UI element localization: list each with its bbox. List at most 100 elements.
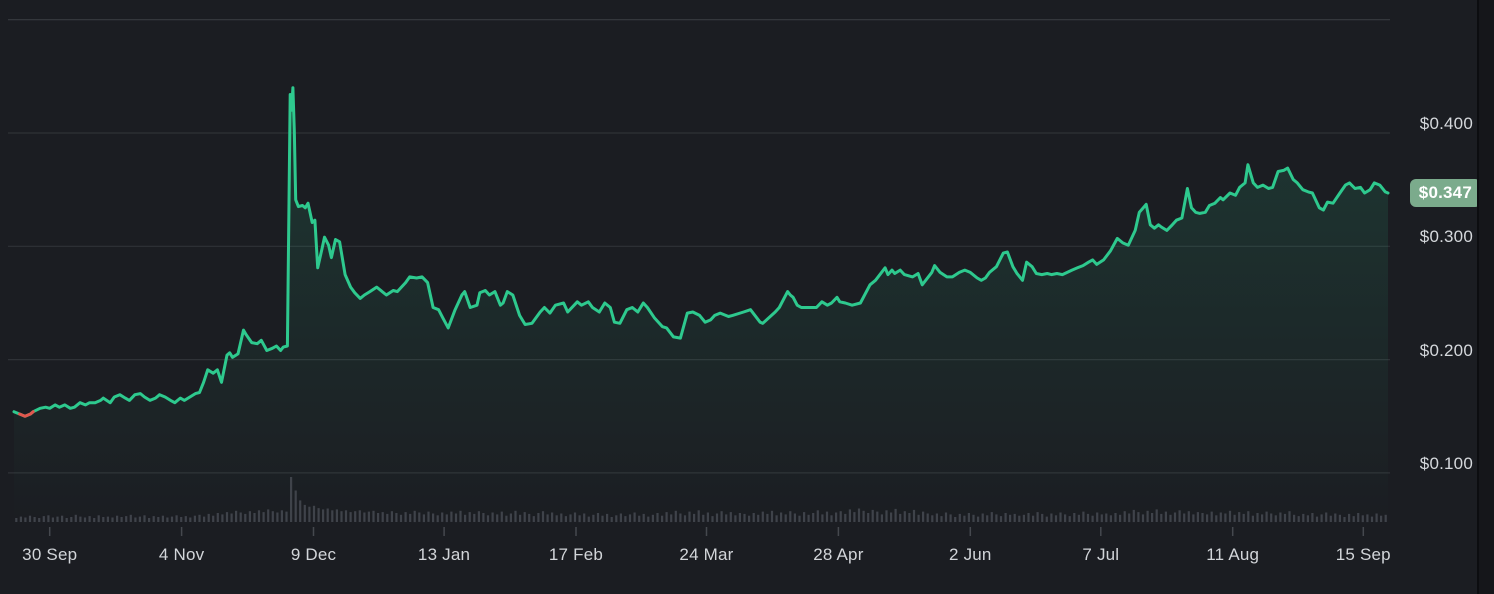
volume-bar bbox=[551, 512, 554, 522]
volume-bar bbox=[1334, 513, 1337, 523]
volume-bar bbox=[344, 510, 348, 522]
volume-bar bbox=[312, 505, 316, 522]
volume-bar bbox=[967, 513, 970, 522]
x-axis-label: 15 Sep bbox=[1335, 545, 1391, 564]
volume-bar bbox=[166, 517, 169, 522]
volume-bar bbox=[244, 513, 247, 522]
volume-bar bbox=[619, 513, 622, 523]
volume-bar bbox=[748, 515, 751, 522]
volume-bar bbox=[1018, 515, 1021, 522]
volume-bar bbox=[555, 515, 558, 523]
volume-bar bbox=[125, 516, 128, 522]
volume-bar bbox=[958, 513, 961, 522]
volume-bar bbox=[922, 511, 925, 522]
volume-bar bbox=[1247, 511, 1250, 522]
volume-bar bbox=[445, 514, 448, 523]
volume-bar bbox=[569, 514, 572, 523]
volume-bar bbox=[1155, 509, 1158, 522]
x-axis-label: 13 Jan bbox=[417, 545, 471, 564]
volume-bar bbox=[1201, 513, 1204, 522]
volume-bar bbox=[1187, 511, 1190, 522]
volume-bar bbox=[1302, 513, 1305, 522]
volume-bar bbox=[940, 516, 943, 522]
volume-bar bbox=[665, 512, 668, 522]
volume-bar bbox=[367, 511, 370, 522]
y-axis-label: $0.300 bbox=[1419, 227, 1473, 247]
volume-bar bbox=[1151, 513, 1154, 522]
y-axis-label: $0.200 bbox=[1419, 340, 1473, 360]
volume-bar bbox=[1283, 513, 1287, 522]
volume-bar bbox=[349, 512, 352, 522]
volume-bar bbox=[1279, 512, 1282, 522]
volume-bar bbox=[83, 517, 87, 522]
volume-bar bbox=[624, 516, 627, 522]
volume-bar bbox=[514, 510, 517, 523]
volume-bar bbox=[853, 512, 856, 522]
volume-bar bbox=[157, 517, 160, 522]
volume-bar bbox=[1325, 512, 1328, 522]
volume-bar bbox=[573, 512, 577, 522]
volume-bar bbox=[1357, 513, 1360, 522]
volume-bar bbox=[1206, 514, 1209, 523]
price-chart[interactable] bbox=[0, 0, 1494, 594]
volume-bar bbox=[225, 512, 229, 522]
volume-bar bbox=[1343, 517, 1346, 522]
volume-bar bbox=[143, 515, 146, 523]
volume-bar bbox=[24, 517, 27, 522]
volume-bar bbox=[1036, 512, 1039, 522]
volume-bar bbox=[1251, 515, 1254, 522]
volume-bar bbox=[674, 510, 677, 523]
volume-bar bbox=[990, 512, 993, 522]
volume-bar bbox=[1228, 510, 1232, 523]
volume-bar bbox=[454, 513, 458, 523]
volume-bar bbox=[427, 511, 430, 522]
volume-bar bbox=[1288, 511, 1291, 522]
volume-bar bbox=[578, 515, 581, 523]
volume-bar bbox=[235, 510, 238, 523]
volume-bar bbox=[65, 518, 68, 522]
volume-bar bbox=[1050, 513, 1053, 523]
volume-bar bbox=[885, 510, 888, 522]
volume-bar bbox=[38, 518, 41, 522]
volume-bar bbox=[120, 517, 123, 522]
volume-bar bbox=[688, 511, 691, 522]
volume-bar bbox=[399, 514, 403, 522]
volume-bar bbox=[908, 513, 911, 522]
volume-bar bbox=[248, 511, 251, 522]
volume-bar bbox=[738, 513, 741, 522]
volume-bar bbox=[1329, 515, 1332, 522]
volume-bar bbox=[935, 513, 938, 523]
volume-bar bbox=[761, 511, 764, 522]
volume-bar bbox=[1384, 514, 1387, 522]
volume-bar bbox=[1265, 511, 1268, 522]
volume-bar bbox=[1233, 514, 1236, 522]
volume-bar bbox=[706, 512, 709, 522]
volume-bar bbox=[798, 515, 801, 522]
volume-bar bbox=[317, 508, 320, 522]
volume-bar bbox=[198, 514, 201, 522]
volume-bar bbox=[583, 513, 586, 523]
volume-bar bbox=[1366, 514, 1369, 523]
volume-bar bbox=[1027, 513, 1030, 522]
volume-bar bbox=[299, 500, 302, 522]
volume-bar bbox=[729, 512, 732, 522]
volume-bar bbox=[116, 515, 119, 522]
volume-bar bbox=[693, 513, 696, 522]
volume-bar bbox=[638, 515, 641, 522]
x-axis-label: 9 Dec bbox=[290, 545, 337, 564]
volume-bar bbox=[596, 513, 600, 522]
volume-bar bbox=[1091, 515, 1094, 522]
volume-bar bbox=[358, 510, 361, 522]
volume-bar bbox=[752, 513, 755, 522]
volume-bar bbox=[486, 515, 490, 523]
volume-bar bbox=[1009, 514, 1012, 522]
volume-bar bbox=[1086, 513, 1090, 522]
volume-bar bbox=[1045, 516, 1048, 522]
volume-bar bbox=[647, 516, 650, 522]
volume-bar bbox=[917, 514, 920, 522]
volume-bar bbox=[468, 512, 471, 522]
volume-bar bbox=[862, 510, 865, 523]
volume-bar bbox=[803, 512, 806, 522]
x-axis-label: 30 Sep bbox=[22, 545, 78, 564]
volume-bar bbox=[1105, 513, 1108, 523]
